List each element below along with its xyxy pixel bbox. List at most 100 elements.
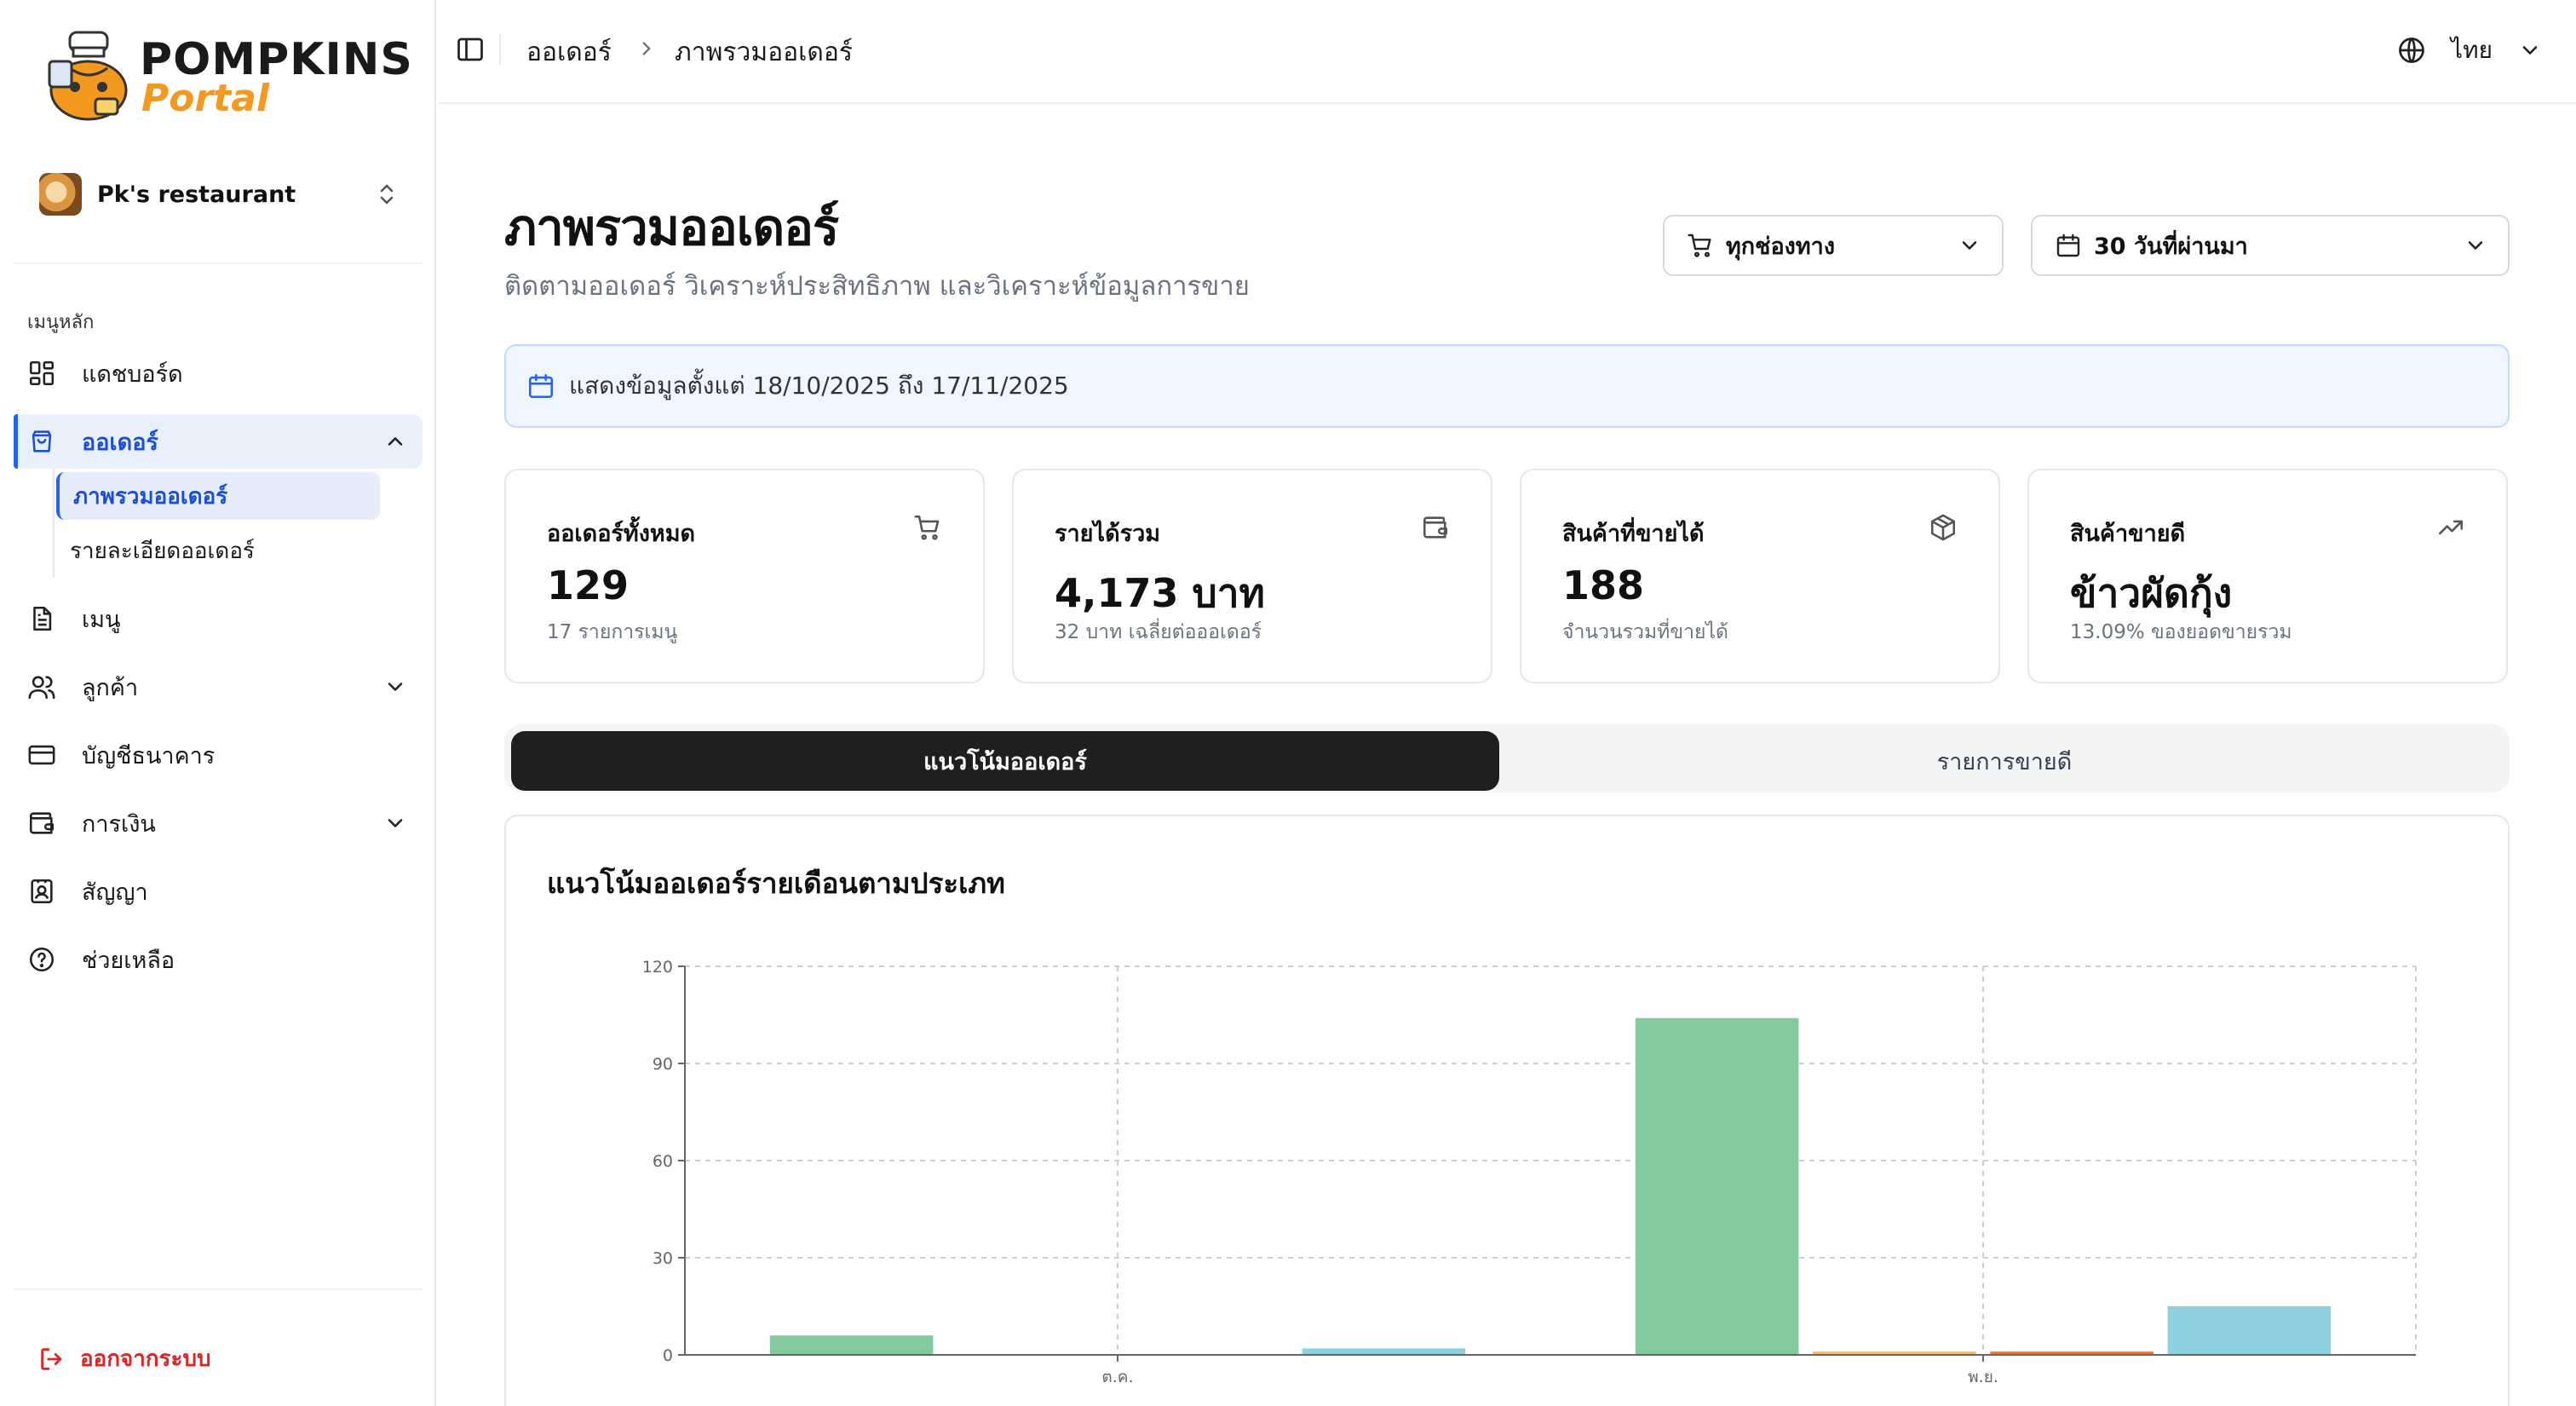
language-switcher[interactable]: ไทย xyxy=(2396,29,2542,72)
sidebar-item-bank-accounts[interactable]: บัญชีธนาคาร xyxy=(14,728,423,782)
dashboard-icon xyxy=(29,360,55,386)
store-avatar xyxy=(39,173,82,216)
credit-card-icon xyxy=(28,745,55,765)
y-tick-label: 120 xyxy=(642,958,673,977)
breadcrumb-orders[interactable]: ออเดอร์ xyxy=(526,32,612,72)
brand-sub: Portal xyxy=(141,77,269,120)
page-title: ภาพรวมออเดอร์ xyxy=(504,199,839,256)
sidebar-item-finance[interactable]: การเงิน xyxy=(14,796,423,850)
tab-order-trends[interactable]: แนวโน้มออเดอร์ xyxy=(511,731,1499,791)
channel-filter-select[interactable]: ทุกช่องทาง xyxy=(1663,215,2004,276)
logout-button[interactable]: ออกจากระบบ xyxy=(37,1341,211,1376)
sidebar-item-label: เมนู xyxy=(82,606,121,633)
y-tick-label: 30 xyxy=(653,1249,673,1268)
sidebar-item-label: สัญญา xyxy=(82,879,148,906)
tab-best-sellers[interactable]: รายการขายดี xyxy=(1506,731,2503,791)
sidebar-item-label: แดชบอร์ด xyxy=(82,360,183,388)
chart-bar xyxy=(1635,1017,1799,1355)
stat-card-subtext: 32 บาท เฉลี่ยต่อออเดอร์ xyxy=(1055,621,1262,643)
breadcrumb-current: ภาพรวมออเดอร์ xyxy=(675,37,854,67)
sidebar-item-contracts[interactable]: สัญญา xyxy=(14,864,423,919)
order-trend-bar-chart: 0 30 60 90 120 ต.ค. พ.ย. xyxy=(642,958,2417,1386)
stat-card-value: 129 xyxy=(547,562,630,608)
users-icon xyxy=(28,676,55,700)
package-icon xyxy=(1930,514,1956,541)
document-icon xyxy=(33,606,52,631)
stat-card-value: 4,173 บาท xyxy=(1055,570,1265,616)
view-tabs: แนวโน้มออเดอร์ รายการขายดี xyxy=(504,724,2510,792)
sidebar-subitem-orders-overview[interactable]: ภาพรวมออเดอร์ xyxy=(56,472,380,520)
sidebar-item-orders[interactable]: ออเดอร์ xyxy=(14,414,423,469)
y-tick-label: 0 xyxy=(663,1346,673,1365)
x-tick-label: ต.ค. xyxy=(1101,1368,1133,1386)
sidebar-subitem-order-details[interactable]: รายละเอียดออเดอร์ xyxy=(56,527,380,574)
stat-card-value: ข้าวผัดกุ้ง xyxy=(2070,570,2233,616)
date-range-select[interactable]: 30 วันที่ผ่านมา xyxy=(2031,215,2510,276)
sidebar-item-label: ออเดอร์ xyxy=(82,429,158,456)
cart-icon xyxy=(914,515,940,540)
date-range-notice-text: แสดงข้อมูลตั้งแต่ 18/10/2025 ถึง 17/11/2… xyxy=(569,372,1069,400)
stat-card-title: สินค้าขายดี xyxy=(2070,521,2186,547)
store-name: Pk's restaurant xyxy=(97,181,296,208)
chevron-up-icon xyxy=(388,437,403,446)
sidebar: POMPKINS Portal Pk's restaurant เมนูหลัก… xyxy=(0,0,436,1406)
chevron-right-icon xyxy=(642,42,651,55)
y-tick-label: 90 xyxy=(653,1055,673,1074)
store-switcher[interactable]: Pk's restaurant xyxy=(27,164,409,225)
chart-bar xyxy=(2167,1306,2332,1355)
sidebar-item-menu[interactable]: เมนู xyxy=(14,591,423,646)
nav-section-label: เมนูหลัก xyxy=(27,312,95,333)
stat-card-best-seller: สินค้าขายดี ข้าวผัดกุ้ง 13.09% ของยอดขาย… xyxy=(2027,469,2508,683)
calendar-icon xyxy=(528,373,554,399)
globe-icon xyxy=(2399,37,2424,63)
chart-bar xyxy=(1302,1348,1466,1355)
logout-icon xyxy=(41,1347,62,1370)
stat-card-title: สินค้าที่ขายได้ xyxy=(1562,521,1705,547)
sidebar-item-customers[interactable]: ลูกค้า xyxy=(14,660,423,714)
stat-card-total-orders: ออเดอร์ทั้งหมด 129 17 รายการเมนู xyxy=(504,469,985,683)
cart-icon xyxy=(1688,233,1711,257)
chevrons-up-down-icon xyxy=(380,184,394,205)
stat-card-title: ออเดอร์ทั้งหมด xyxy=(547,521,696,547)
chart-bar xyxy=(769,1335,934,1355)
sidebar-item-label: ช่วยเหลือ xyxy=(82,947,175,974)
sidebar-item-dashboard[interactable]: แดชบอร์ด xyxy=(14,346,423,400)
chevron-down-icon xyxy=(388,683,403,691)
sidebar-toggle-icon[interactable] xyxy=(455,34,486,65)
stat-card-subtext: 13.09% ของยอดขายรวม xyxy=(2070,621,2292,643)
chevron-down-icon xyxy=(1962,241,1977,250)
stat-card-subtext: 17 รายการเมนู xyxy=(547,621,678,643)
sidebar-divider xyxy=(14,1288,423,1290)
contact-card-icon xyxy=(31,879,53,904)
page-subtitle: ติดตามออเดอร์ วิเคราะห์ประสิทธิภาพ และวิ… xyxy=(504,271,1250,302)
stat-card-total-revenue: รายได้รวม 4,173 บาท 32 บาท เฉลี่ยต่อออเด… xyxy=(1012,469,1492,683)
date-range-value: 30 วันที่ผ่านมา xyxy=(2094,233,2248,260)
stat-card-subtext: จำนวนรวมที่ขายได้ xyxy=(1562,621,1728,643)
sidebar-item-help[interactable]: ช่วยเหลือ xyxy=(14,932,423,987)
submenu-guide-line xyxy=(53,469,55,578)
order-trend-chart-card: แนวโน้มออเดอร์รายเดือนตามประเภท 0 30 60 90 1… xyxy=(504,815,2510,1406)
wallet-icon xyxy=(1423,516,1448,539)
pumpkin-logo-icon xyxy=(48,31,128,121)
stat-card-title: รายได้รวม xyxy=(1055,521,1161,547)
logout-label: ออกจากระบบ xyxy=(80,1346,211,1372)
sidebar-item-label: ลูกค้า xyxy=(82,674,139,701)
date-range-notice: แสดงข้อมูลตั้งแต่ 18/10/2025 ถึง 17/11/2… xyxy=(504,344,2510,428)
sidebar-item-label: บัญชีธนาคาร xyxy=(82,742,216,769)
chevron-down-icon xyxy=(2468,241,2483,250)
x-tick-label: พ.ย. xyxy=(1968,1368,1998,1386)
stat-card-items-sold: สินค้าที่ขายได้ 188 จำนวนรวมที่ขายได้ xyxy=(1520,469,2000,683)
y-tick-label: 60 xyxy=(653,1152,673,1171)
chevron-down-icon xyxy=(2522,46,2538,55)
sidebar-divider xyxy=(14,262,423,264)
chevron-down-icon xyxy=(388,819,403,827)
brand-logo[interactable]: POMPKINS Portal xyxy=(44,29,412,126)
trending-up-icon xyxy=(2438,520,2464,535)
help-circle-icon xyxy=(29,947,55,972)
stat-card-value: 188 xyxy=(1562,562,1645,608)
language-label: ไทย xyxy=(2451,36,2493,64)
calendar-icon xyxy=(2056,233,2080,257)
sidebar-item-label: การเงิน xyxy=(82,810,156,838)
topbar: ออเดอร์ ภาพรวมออเดอร์ ไทย xyxy=(438,0,2576,104)
channel-filter-value: ทุกช่องทาง xyxy=(1726,233,1836,260)
